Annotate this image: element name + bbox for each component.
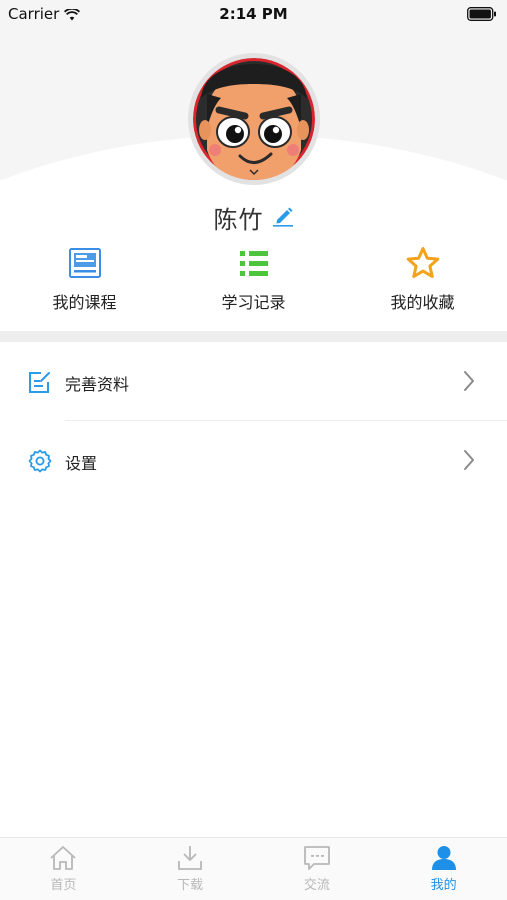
complete-profile-item[interactable]: 完善资料 [0,342,507,421]
tab-download-label: 下载 [177,878,204,893]
newspaper-icon [68,246,102,280]
tab-mine-label: 我的 [430,878,457,893]
star-icon [406,246,440,280]
pencil-icon[interactable] [272,205,294,231]
status-bar: Carrier 2:14 PM [0,0,507,28]
user-icon [429,844,459,872]
bottom-tab-bar: 首页 下载 交流 我的 [0,837,507,900]
my-favorites-button[interactable]: 我的收藏 [338,246,507,316]
my-courses-button[interactable]: 我的课程 [0,246,169,316]
chevron-right-icon [463,449,475,475]
chevron-right-icon [463,370,475,396]
settings-label: 设置 [65,454,98,473]
avatar[interactable] [188,53,320,185]
user-name-row: 陈竹 [0,200,507,234]
gear-icon [28,449,52,473]
tab-community-label: 交流 [303,878,330,893]
settings-menu: 完善资料 设置 [0,342,507,500]
quick-actions: 我的课程 学习记录 我的收藏 [0,246,507,316]
settings-item[interactable]: 设置 [0,421,507,500]
user-name: 陈竹 [213,205,264,234]
edit-form-icon [28,370,52,394]
chat-icon [302,844,332,872]
status-time: 2:14 PM [219,5,288,23]
cartoon-avatar-icon [193,58,315,180]
section-divider [0,331,507,342]
tab-home-label: 首页 [50,878,77,893]
home-icon [48,844,78,872]
tab-home[interactable]: 首页 [0,838,127,900]
complete-profile-label: 完善资料 [65,375,130,394]
my-favorites-label: 我的收藏 [390,293,455,312]
study-history-button[interactable]: 学习记录 [169,246,338,316]
list-icon [237,246,271,280]
profile-page: Carrier 2:14 PM 陈竹 我的课程 学习记录 我的收藏 完善资料 设… [0,0,507,900]
battery-icon [467,6,497,25]
my-courses-label: 我的课程 [52,293,117,312]
tab-download[interactable]: 下载 [127,838,254,900]
tab-community[interactable]: 交流 [254,838,381,900]
tab-mine[interactable]: 我的 [380,838,507,900]
download-icon [175,844,205,872]
study-history-label: 学习记录 [221,293,286,312]
